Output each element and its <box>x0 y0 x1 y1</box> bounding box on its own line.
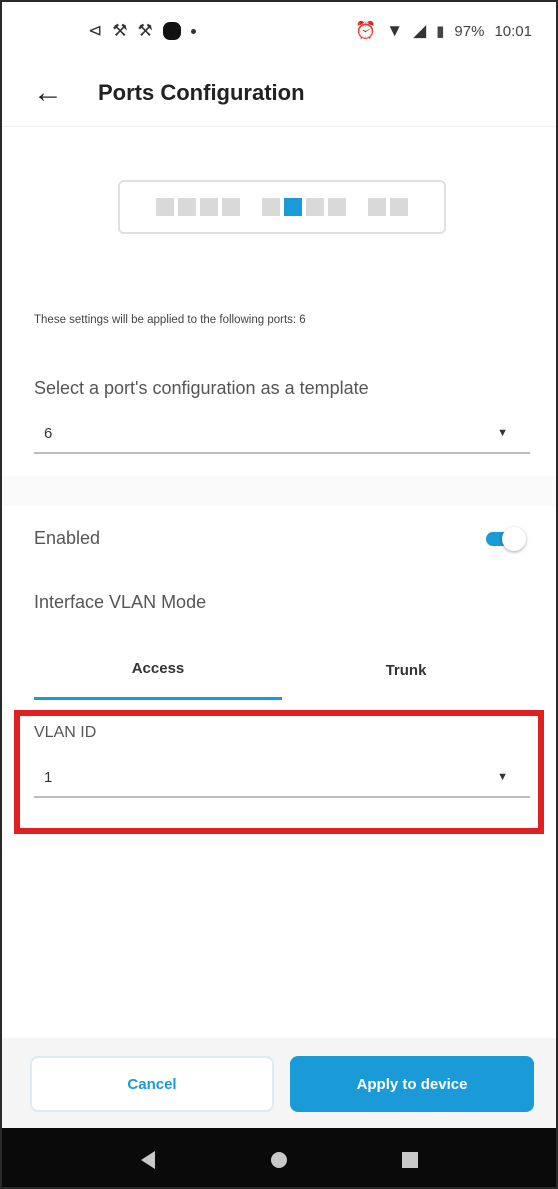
vlan-mode-label: Interface VLAN Mode <box>34 592 207 612</box>
port[interactable] <box>368 198 386 216</box>
nav-recents-icon <box>402 1151 419 1168</box>
switch-ports-diagram <box>118 180 446 234</box>
port[interactable] <box>306 198 324 216</box>
port[interactable] <box>156 198 174 216</box>
battery-percent: 97% <box>454 22 485 40</box>
wifi-icon: ▼ <box>386 21 404 40</box>
cancel-button[interactable]: Cancel <box>30 1056 274 1112</box>
port[interactable] <box>222 198 240 216</box>
signal-icon: ◢ <box>413 21 427 40</box>
app-header: ← Ports Configuration <box>2 60 556 127</box>
more-dot-icon <box>190 28 196 34</box>
phone-screen: ⊲ ⚒ ⚒ ⏰ ▼ ◢ ▮ 97% 10:01 ← Ports Configur… <box>0 0 558 1189</box>
dropdown-arrow-icon: ▼ <box>497 771 508 783</box>
vlan-id-label: VLAN ID <box>34 724 97 741</box>
vlan-id-value: 1 <box>44 768 53 786</box>
section-divider <box>2 476 556 506</box>
dropdown-arrow-icon: ▼ <box>497 427 508 439</box>
apply-to-device-button[interactable]: Apply to device <box>290 1056 534 1112</box>
port[interactable] <box>390 198 408 216</box>
crossed-tools-icon: ⚒ <box>137 21 153 40</box>
app-icon <box>162 22 181 40</box>
port-group <box>368 198 408 216</box>
nav-home-icon <box>270 1151 287 1168</box>
vlan-mode-tabs: Access Trunk <box>34 648 530 700</box>
vlan-id-select[interactable]: 1 ▼ <box>34 758 530 798</box>
battery-icon: ▮ <box>436 23 445 40</box>
enabled-toggle[interactable] <box>484 524 526 552</box>
status-left: ⊲ ⚒ ⚒ <box>88 21 196 41</box>
alarm-icon: ⏰ <box>355 21 377 40</box>
status-right: ⏰ ▼ ◢ ▮ 97% 10:01 <box>355 21 532 41</box>
back-arrow-icon[interactable]: ← <box>24 69 72 117</box>
port[interactable] <box>262 198 280 216</box>
tab-access[interactable]: Access <box>34 648 282 700</box>
crossed-tools-icon: ⚒ <box>112 21 128 40</box>
notification-icon: ⊲ <box>88 21 103 40</box>
port[interactable] <box>328 198 346 216</box>
status-bar: ⊲ ⚒ ⚒ ⏰ ▼ ◢ ▮ 97% 10:01 <box>2 2 556 60</box>
nav-recents-button[interactable] <box>388 1138 432 1182</box>
system-nav-bar <box>2 1128 556 1187</box>
port-group <box>156 198 240 216</box>
nav-back-icon <box>140 1150 155 1169</box>
clock: 10:01 <box>494 22 532 40</box>
nav-back-button[interactable] <box>126 1138 170 1182</box>
toggle-knob <box>502 527 526 551</box>
port-group <box>262 198 346 216</box>
tab-trunk[interactable]: Trunk <box>282 648 530 700</box>
port[interactable] <box>200 198 218 216</box>
port[interactable] <box>178 198 196 216</box>
port-selected[interactable] <box>284 198 302 216</box>
enabled-label: Enabled <box>34 528 101 548</box>
applied-ports-text: These settings will be applied to the fo… <box>34 314 306 326</box>
template-select-label: Select a port's configuration as a templ… <box>34 378 369 398</box>
template-select[interactable]: 6 ▼ <box>34 414 530 454</box>
nav-home-button[interactable] <box>257 1138 301 1182</box>
page-title: Ports Configuration <box>98 80 305 105</box>
template-select-value: 6 <box>44 424 53 442</box>
bottom-action-bar: Cancel Apply to device <box>2 1038 556 1128</box>
